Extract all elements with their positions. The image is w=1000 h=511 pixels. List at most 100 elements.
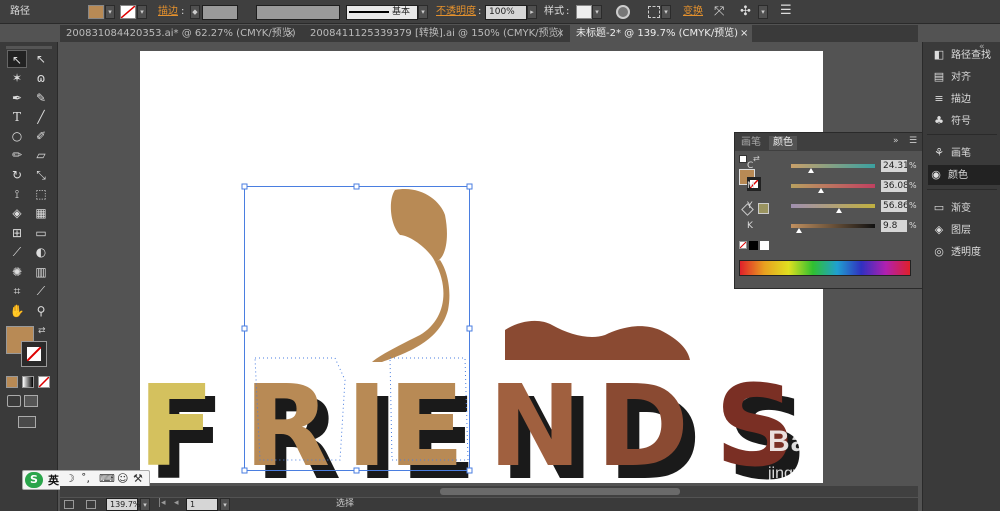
- tab-doc-1[interactable]: 200831084420353.ai* @ 62.27% (CMYK/预览) ×: [60, 25, 298, 42]
- sogou-logo-icon[interactable]: S: [25, 472, 43, 488]
- slider-track[interactable]: [791, 184, 875, 188]
- white-swatch[interactable]: [760, 241, 769, 250]
- blend-tool-icon[interactable]: ◐: [31, 243, 51, 261]
- paintbrush-tool-icon[interactable]: ✐: [31, 127, 51, 145]
- mesh-tool-icon[interactable]: ⊞: [7, 224, 27, 242]
- close-icon[interactable]: ×: [556, 25, 564, 42]
- tab-brushes[interactable]: 画笔: [737, 136, 765, 150]
- moon-icon[interactable]: ☽: [65, 472, 75, 485]
- eraser-tool-icon[interactable]: ▱: [31, 146, 51, 164]
- transform-link[interactable]: 变换: [683, 0, 703, 24]
- slider-track[interactable]: [791, 164, 875, 168]
- horizontal-scrollbar[interactable]: [60, 486, 918, 497]
- toolbox-grip[interactable]: [6, 46, 52, 49]
- opacity-field[interactable]: 100%: [485, 5, 527, 20]
- column-graph-tool-icon[interactable]: ▥: [31, 263, 51, 281]
- direct-selection-tool-icon[interactable]: ↖: [31, 50, 51, 68]
- stroke-color-box[interactable]: [21, 341, 47, 367]
- pen-tool-icon[interactable]: ✒: [7, 89, 27, 107]
- stroke-weight-field[interactable]: [202, 5, 238, 20]
- similar-dropdown[interactable]: ▾: [758, 5, 768, 19]
- black-swatch[interactable]: [749, 241, 758, 250]
- fill-swatch[interactable]: [88, 5, 104, 19]
- slider-yellow[interactable]: Y 56.86 %: [739, 199, 923, 213]
- stroke-dropdown[interactable]: ▾: [137, 5, 147, 19]
- graphic-style-swatch[interactable]: [576, 5, 592, 19]
- select-similar-icon[interactable]: ✣: [740, 4, 751, 19]
- close-icon[interactable]: ×: [740, 25, 748, 42]
- tab-doc-2[interactable]: 2008411125339379 [转换].ai @ 150% (CMYK/预览…: [304, 25, 568, 42]
- punct-icon[interactable]: ˚,: [81, 472, 90, 485]
- slider-value[interactable]: 9.8: [881, 220, 907, 232]
- color-mode-icon[interactable]: [6, 376, 18, 388]
- color-spectrum[interactable]: [739, 260, 911, 276]
- selection-tool-icon[interactable]: ↖: [7, 50, 27, 68]
- lasso-tool-icon[interactable]: ɷ: [31, 69, 51, 87]
- dock-layers[interactable]: ◈ 图层: [931, 220, 999, 240]
- stroke-weight-stepper[interactable]: ◆: [190, 5, 200, 19]
- stroke-swatch[interactable]: [120, 5, 136, 19]
- hand-tool-icon[interactable]: ✋: [7, 302, 27, 320]
- tab-color[interactable]: 颜色: [769, 136, 797, 150]
- pencil-tool-icon[interactable]: ✏: [7, 146, 27, 164]
- slider-magenta[interactable]: M 36.08 %: [739, 179, 923, 193]
- fill-dropdown[interactable]: ▾: [105, 5, 115, 19]
- slider-value[interactable]: 24.31: [881, 160, 907, 172]
- change-screen-mode-icon[interactable]: [18, 416, 36, 428]
- scroll-thumb[interactable]: [440, 488, 680, 495]
- eyedropper-tool-icon[interactable]: ⟋: [7, 243, 27, 261]
- ellipse-tool-icon[interactable]: ○: [7, 127, 27, 145]
- artboard[interactable]: [140, 51, 823, 483]
- slider-thumb[interactable]: [818, 188, 825, 193]
- dock-symbols[interactable]: ♣ 符号: [931, 111, 999, 131]
- slider-thumb[interactable]: [796, 228, 803, 233]
- page-field[interactable]: 1: [186, 498, 218, 511]
- free-transform-tool-icon[interactable]: ⬚: [31, 185, 51, 203]
- prev-page-icon[interactable]: ◂: [174, 498, 179, 508]
- none-mode-icon[interactable]: [38, 376, 50, 388]
- dock-transparency[interactable]: ◎ 透明度: [931, 242, 999, 262]
- keyboard-icon[interactable]: ⌨: [99, 472, 115, 485]
- opacity-label[interactable]: 不透明度: [436, 0, 476, 24]
- slider-thumb[interactable]: [835, 208, 842, 213]
- brush-dropdown[interactable]: ▾: [418, 5, 428, 19]
- recolor-icon[interactable]: [616, 5, 630, 19]
- close-icon[interactable]: ×: [286, 25, 294, 42]
- tab-doc-3[interactable]: 未标题-2* @ 139.7% (CMYK/预览) ×: [570, 25, 752, 42]
- slider-cyan[interactable]: C 24.31 %: [739, 159, 923, 173]
- user-icon[interactable]: ☺: [117, 472, 128, 485]
- slider-track[interactable]: [791, 204, 875, 208]
- none-swatch[interactable]: [739, 241, 747, 249]
- dock-pathfinder[interactable]: ◧ 路径查找: [931, 45, 999, 65]
- type-tool-icon[interactable]: T: [7, 108, 27, 126]
- gradient-mode-icon[interactable]: [22, 376, 34, 388]
- perspective-grid-tool-icon[interactable]: ▦: [31, 204, 51, 222]
- zoom-dropdown[interactable]: ▾: [140, 498, 150, 511]
- panel-menu-icon[interactable]: ☰: [780, 3, 792, 18]
- magic-wand-tool-icon[interactable]: ✶: [7, 69, 27, 87]
- stroke-label[interactable]: 描边: [158, 0, 178, 24]
- zoom-tool-icon[interactable]: ⚲: [31, 302, 51, 320]
- slider-track[interactable]: [791, 224, 875, 228]
- artboard-nav-icon[interactable]: [64, 500, 74, 509]
- shape-builder-tool-icon[interactable]: ◈: [7, 204, 27, 222]
- dock-stroke[interactable]: ≡ 描边: [931, 89, 999, 109]
- draw-normal-icon[interactable]: [7, 395, 21, 407]
- slider-value[interactable]: 36.08: [881, 180, 907, 192]
- slider-black[interactable]: K 9.8 %: [739, 219, 923, 233]
- ime-mode-label[interactable]: 英: [48, 472, 59, 488]
- symbol-sprayer-tool-icon[interactable]: ✺: [7, 263, 27, 281]
- slider-thumb[interactable]: [808, 168, 815, 173]
- slice-tool-icon[interactable]: ⟋: [31, 282, 51, 300]
- swap-colors-icon[interactable]: ⇄: [38, 326, 46, 336]
- zoom-field[interactable]: 139.7%: [106, 498, 141, 511]
- page-dropdown[interactable]: ▾: [220, 498, 230, 511]
- isolate-icon[interactable]: ⤧: [714, 4, 724, 19]
- dock-brushes[interactable]: ⚘ 画笔: [931, 143, 999, 163]
- dock-gradient[interactable]: ▭ 渐变: [931, 198, 999, 218]
- opacity-dropdown[interactable]: ▸: [527, 5, 537, 19]
- slider-value[interactable]: 56.86: [881, 200, 907, 212]
- collapse-icon[interactable]: »: [893, 136, 899, 146]
- curvature-tool-icon[interactable]: ✎: [31, 89, 51, 107]
- screen-mode-icon[interactable]: [24, 395, 38, 407]
